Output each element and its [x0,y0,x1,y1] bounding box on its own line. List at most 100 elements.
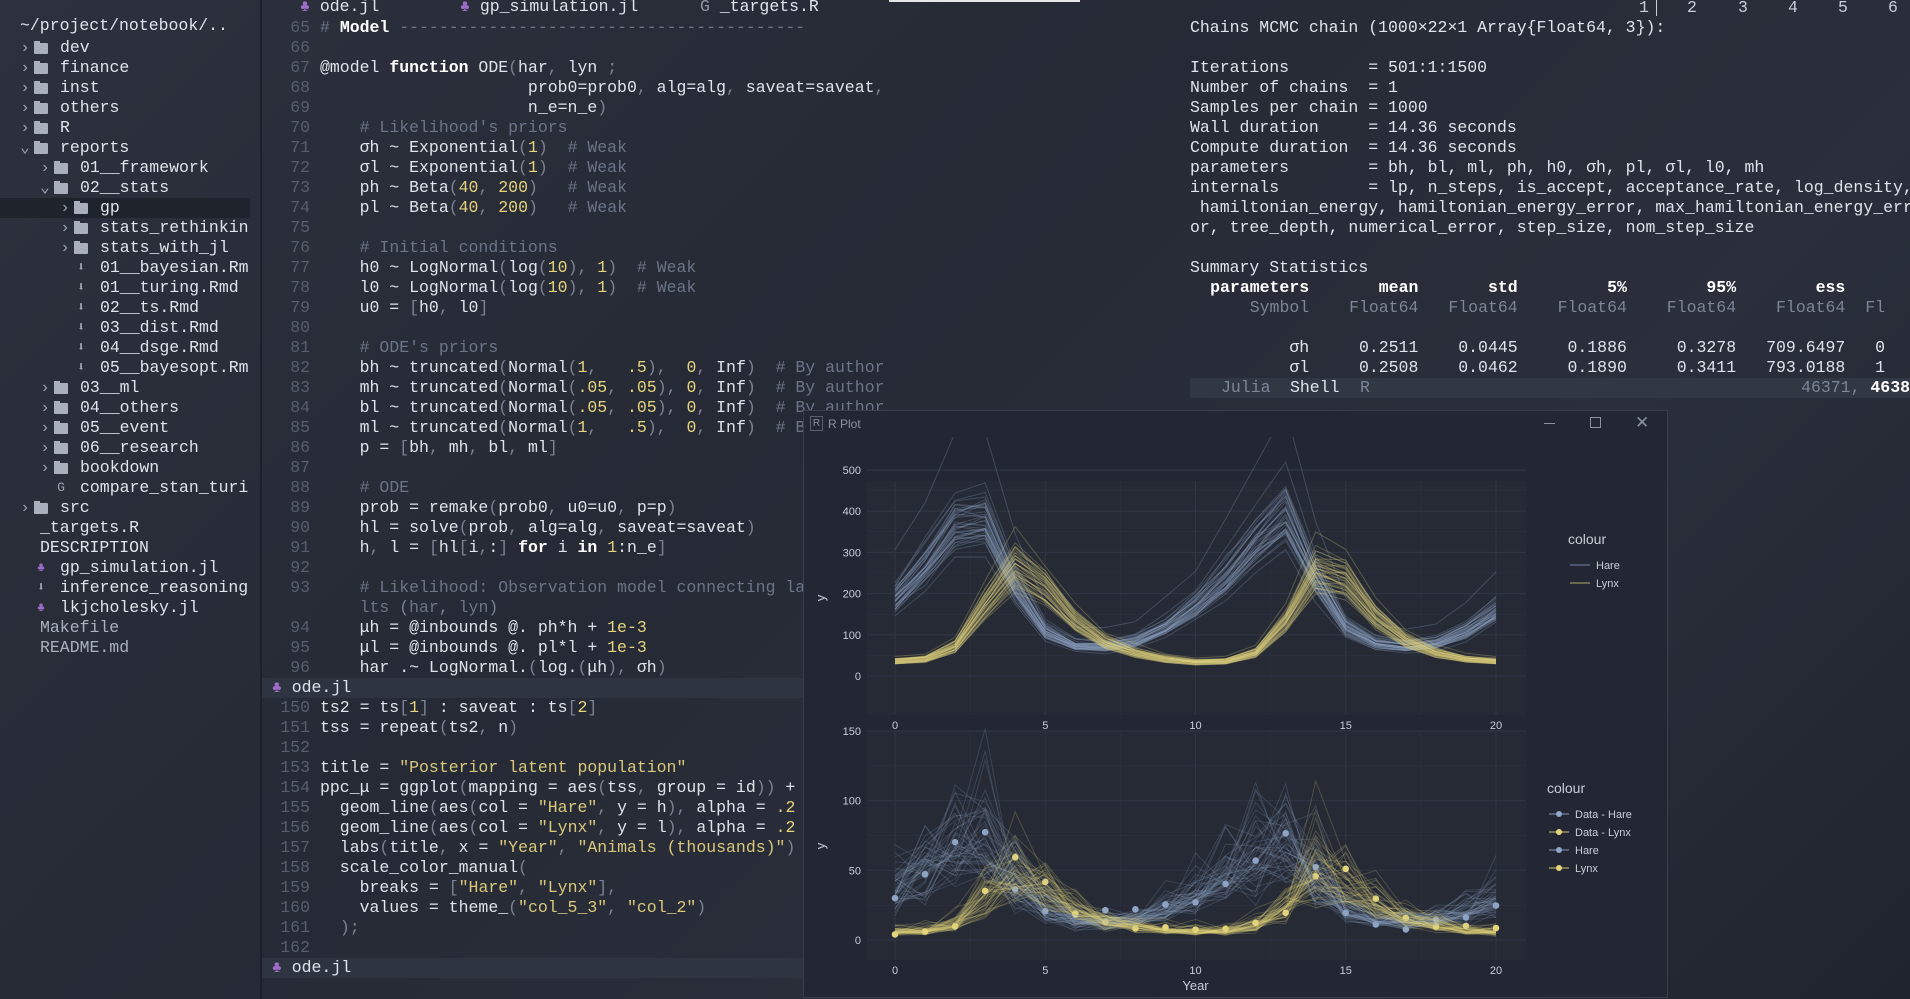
tree-item[interactable]: ⬇ inference_reasoning [0,578,250,598]
code-line[interactable]: μh = @inbounds @. ph*h + 1e-3 [320,618,647,638]
chevron-down-icon[interactable]: ⌄ [18,138,32,158]
code-line[interactable]: σh ~ Exponential(1) # Weak [320,138,627,158]
tree-item[interactable]: › others [0,98,250,118]
tree-item[interactable]: DESCRIPTION [0,538,250,558]
tree-item[interactable]: ⌄ reports [0,138,250,158]
tree-item[interactable]: ♣ gp_simulation.jl [0,558,250,578]
code-line[interactable]: values = theme_("col_5_3", "col_2") [320,898,707,918]
code-line[interactable]: h, l = [hl[i,:] for i in 1:n_e] [320,538,667,558]
chevron-right-icon[interactable]: › [18,78,32,98]
workspace-6[interactable]: 6 [1888,0,1898,17]
code-line[interactable]: ts2 = ts[1] : saveat : ts[2] [320,698,597,718]
tab-shell[interactable]: Shell [1290,378,1340,398]
workspace-4[interactable]: 4 [1788,0,1798,17]
code-line[interactable]: tss = repeat(ts2, n) [320,718,518,738]
chevron-right-icon[interactable]: › [38,418,52,438]
chevron-right-icon[interactable]: › [38,378,52,398]
tree-item[interactable]: › gp [0,198,250,218]
chevron-right-icon[interactable]: › [18,58,32,78]
chevron-right-icon[interactable]: › [18,498,32,518]
tree-item[interactable]: › src [0,498,250,518]
code-line[interactable]: geom_line(aes(col = "Hare", y = h), alph… [320,798,796,818]
tree-item[interactable]: ⬇ 03__dist.Rmd [0,318,250,338]
code-line[interactable]: title = "Posterior latent population" [320,758,686,778]
code-line[interactable]: pl ~ Beta(40, 200) # Weak [320,198,627,218]
chevron-right-icon[interactable]: › [38,398,52,418]
code-line[interactable]: # ODE [320,478,410,498]
code-line[interactable]: scale_color_manual( [320,858,528,878]
code-line[interactable]: # Initial conditions [320,238,558,258]
tree-item[interactable]: _targets.R [0,518,250,538]
tab-julia[interactable]: Julia [1221,378,1271,398]
code-line[interactable]: # Model --------------------------------… [320,18,805,38]
code-line[interactable]: ph ~ Beta(40, 200) # Weak [320,178,627,198]
chevron-right-icon[interactable]: › [58,218,72,238]
code-line[interactable]: p = [bh, mh, bl, ml] [320,438,558,458]
tab-targets-r[interactable]: G _targets.R [700,0,819,16]
chevron-right-icon[interactable]: › [18,98,32,118]
workspace-1[interactable]: 1 [1639,0,1649,17]
code-line[interactable]: l0 ~ LogNormal(log(10), 1) # Weak [320,278,697,298]
tree-item[interactable]: ⬇ 04__dsge.Rmd [0,338,250,358]
tree-item[interactable]: › finance [0,58,250,78]
tree-item[interactable]: › 04__others [0,398,250,418]
workspace-5[interactable]: 5 [1838,0,1848,17]
code-line[interactable]: σl ~ Exponential(1) # Weak [320,158,627,178]
tab-ode-jl[interactable]: ♣ ode.jl [300,0,379,16]
tree-item[interactable]: ⬇ 05__bayesopt.Rm [0,358,250,378]
code-line[interactable]: breaks = ["Hare", "Lynx"], [320,878,618,898]
code-line[interactable]: μl = @inbounds @. pl*l + 1e-3 [320,638,647,658]
tree-item[interactable]: ⌄ 02__stats [0,178,250,198]
chevron-right-icon[interactable]: › [38,458,52,478]
code-line[interactable]: prob0=prob0, alg=alg, saveat=saveat, [320,78,885,98]
tab-gp-simulation-jl[interactable]: ♣ gp_simulation.jl [460,0,638,16]
chevron-down-icon[interactable]: ⌄ [38,178,52,198]
code-line[interactable]: u0 = [h0, l0] [320,298,489,318]
code-line[interactable]: labs(title, x = "Year", "Animals (thousa… [320,838,796,858]
chevron-right-icon[interactable]: › [18,118,32,138]
code-line[interactable]: har .~ LogNormal.(log.(μh), σh) [320,658,667,678]
code-line[interactable]: h0 ~ LogNormal(log(10), 1) # Weak [320,258,697,278]
chevron-right-icon[interactable]: › [38,438,52,458]
code-line[interactable]: # Likelihood: Observation model connecti… [320,578,806,598]
code-line[interactable]: ppc_μ = ggplot(mapping = aes(tss, group … [320,778,795,798]
tree-item[interactable]: › inst [0,78,250,98]
tree-item[interactable]: Gcompare_stan_turi [0,478,250,498]
code-line[interactable]: hl = solve(prob, alg=alg, saveat=saveat) [320,518,756,538]
workspace-2[interactable]: 2 [1687,0,1697,17]
tree-item[interactable]: › stats_rethinkin [0,218,250,238]
close-button[interactable]: ✕ [1635,413,1649,433]
code-line[interactable]: bl ~ truncated(Normal(.05, .05), 0, Inf)… [320,398,885,418]
tree-item[interactable]: ⬇ 01__bayesian.Rm [0,258,250,278]
tree-item[interactable]: ⬇ 02__ts.Rmd [0,298,250,318]
chevron-right-icon[interactable]: › [58,238,72,258]
tree-item[interactable]: › 01__framework [0,158,250,178]
tree-item[interactable]: › 05__event [0,418,250,438]
workspace-3[interactable]: 3 [1738,0,1748,17]
minimize-button[interactable] [1544,423,1555,424]
tree-item[interactable]: › 06__research [0,438,250,458]
code-line[interactable]: # Likelihood's priors [320,118,568,138]
tree-item[interactable]: › stats_with_jl [0,238,250,258]
chevron-right-icon[interactable]: › [58,198,72,218]
tree-item[interactable]: Makefile [0,618,250,638]
code-line[interactable]: mh ~ truncated(Normal(.05, .05), 0, Inf)… [320,378,885,398]
tab-r[interactable]: R [1360,378,1370,398]
tree-item[interactable]: ♣ lkjcholesky.jl [0,598,250,618]
code-line[interactable]: # ODE's priors [320,338,499,358]
code-line[interactable]: ml ~ truncated(Normal(1, .5), 0, Inf) # … [320,418,885,438]
code-line[interactable]: bh ~ truncated(Normal(1, .5), 0, Inf) # … [320,358,885,378]
tree-item[interactable]: › dev [0,38,250,58]
chevron-right-icon[interactable]: › [38,158,52,178]
tree-item[interactable]: › 03__ml [0,378,250,398]
terminal-pane[interactable]: 1 2 3 4 5 6 Chains MCMC chain (1000×22×1… [1182,0,1910,410]
code-line[interactable]: n_e=n_e) [320,98,607,118]
tree-item[interactable]: ⬇ 01__turing.Rmd [0,278,250,298]
tree-item[interactable]: › R [0,118,250,138]
code-line[interactable]: lts (har, lyn) [320,598,499,618]
maximize-button[interactable] [1590,417,1601,428]
code-line[interactable]: geom_line(aes(col = "Lynx", y = l), alph… [320,818,796,838]
tree-item[interactable]: › bookdown [0,458,250,478]
plot-window-titlebar[interactable]: R R Plot ✕ [804,411,1667,437]
code-line[interactable]: ); [320,918,360,938]
